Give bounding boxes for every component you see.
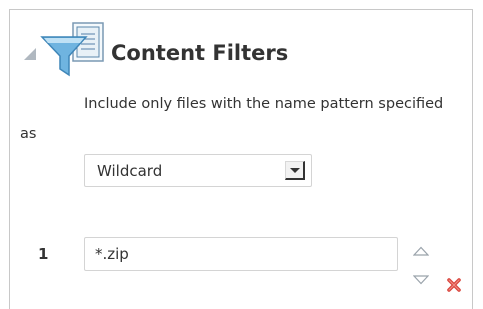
filter-pattern-input[interactable] [84, 237, 398, 271]
filter-description: Include only files with the name pattern… [20, 96, 444, 142]
section-title: Content Filters [111, 41, 289, 65]
pattern-type-value: Wildcard [97, 162, 163, 180]
filter-funnel-icon [40, 22, 104, 77]
delete-x-icon[interactable] [447, 278, 461, 292]
collapse-triangle-icon[interactable] [24, 48, 36, 60]
filter-row-index: 1 [38, 245, 49, 263]
chevron-down-icon[interactable] [285, 161, 305, 180]
pattern-type-select[interactable]: Wildcard [84, 154, 312, 187]
move-down-icon[interactable] [413, 275, 429, 285]
move-up-icon[interactable] [413, 246, 429, 256]
